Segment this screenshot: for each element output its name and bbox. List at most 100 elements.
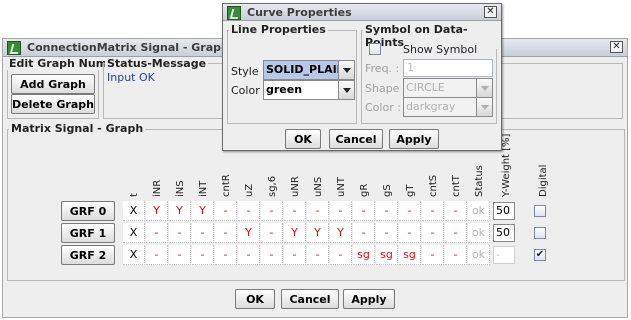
symbol-color-dropdown[interactable]: darkgray (403, 97, 493, 117)
matrix-cell[interactable]: - (399, 201, 421, 221)
curve-properties-dialog: Curve Properties ✕ Line Properties Style… (222, 3, 502, 151)
matrix-cell[interactable]: - (445, 201, 467, 221)
digital-checkbox[interactable]: ✔ (534, 249, 546, 261)
matrix-cell[interactable]: - (445, 245, 467, 265)
column-header: Digital (538, 164, 549, 197)
matrix-cell[interactable]: - (353, 201, 375, 221)
matrix-cell[interactable]: - (284, 245, 306, 265)
matrix-cell[interactable]: Y (307, 223, 329, 243)
cancel-button[interactable]: Cancel (281, 289, 339, 309)
column-header: uNR (290, 176, 301, 197)
matrix-cell[interactable]: - (261, 201, 283, 221)
matrix-cell[interactable]: - (399, 223, 421, 243)
graph-row-button[interactable]: GRF 2 (61, 245, 115, 265)
chevron-down-icon[interactable] (338, 61, 354, 79)
matrix-cell[interactable]: - (330, 201, 352, 221)
matrix-cell[interactable]: - (353, 223, 375, 243)
dialog-cancel-button[interactable]: Cancel (329, 129, 383, 149)
status-cell: ok (468, 223, 490, 243)
matrix-cell[interactable]: Y (238, 223, 260, 243)
status-cell: ok (468, 201, 490, 221)
digital-checkbox[interactable] (534, 227, 546, 239)
color-dropdown[interactable]: green (263, 80, 355, 100)
column-header: sg,6 (267, 175, 278, 197)
ok-button[interactable]: OK (235, 289, 275, 309)
dialog-title: Curve Properties (247, 6, 352, 19)
column-header: t (129, 193, 140, 197)
freq-label: Freq. : (365, 62, 400, 75)
matrix-cell[interactable]: Y (330, 223, 352, 243)
status-group-title: Status-Message (105, 57, 209, 70)
matrix-cell[interactable]: - (376, 201, 398, 221)
matrix-cell[interactable]: - (215, 201, 237, 221)
delete-graph-button[interactable]: Delete Graph (11, 94, 95, 114)
dialog-apply-button[interactable]: Apply (389, 129, 439, 149)
matrix-cell[interactable]: - (261, 245, 283, 265)
graph-row-button[interactable]: GRF 0 (61, 201, 115, 221)
matrix-cell[interactable]: - (445, 223, 467, 243)
y-weight-field[interactable]: 50 (493, 224, 515, 242)
matrix-cell[interactable]: X (123, 223, 145, 243)
app-logo-icon (227, 6, 241, 20)
matrix-cell[interactable]: sg (399, 245, 421, 265)
matrix-cell[interactable]: Y (284, 223, 306, 243)
matrix-cell[interactable]: - (146, 245, 168, 265)
matrix-cell[interactable]: X (123, 201, 145, 221)
matrix-cell[interactable]: - (284, 201, 306, 221)
dialog-titlebar[interactable]: Curve Properties ✕ (223, 4, 501, 21)
matrix-cell[interactable]: sg (376, 245, 398, 265)
color-label: Color : (231, 84, 267, 97)
matrix-cell[interactable]: - (215, 245, 237, 265)
chevron-down-icon[interactable] (338, 81, 354, 99)
chevron-down-icon[interactable] (476, 98, 492, 116)
graph-row-button[interactable]: GRF 1 (61, 223, 115, 243)
matrix-cell[interactable]: - (422, 245, 444, 265)
column-header: iNT (198, 180, 209, 197)
add-graph-button[interactable]: Add Graph (11, 74, 95, 94)
matrix-cell[interactable]: - (422, 223, 444, 243)
matrix-cell[interactable]: sg (353, 245, 375, 265)
matrix-cell[interactable]: - (376, 223, 398, 243)
main-window-title: ConnectionMatrix Signal - Graph (27, 41, 229, 54)
column-header: iNS (175, 180, 186, 197)
digital-checkbox[interactable] (534, 205, 546, 217)
style-dropdown[interactable]: SOLID_PLAIN (263, 60, 355, 80)
chevron-down-icon[interactable] (476, 79, 492, 97)
matrix-cell[interactable]: - (261, 223, 283, 243)
close-icon[interactable]: ✕ (484, 6, 497, 18)
matrix-cell[interactable]: - (307, 245, 329, 265)
show-symbol-checkbox[interactable] (369, 43, 381, 55)
matrix-cell[interactable]: - (169, 245, 191, 265)
status-cell: ok (468, 245, 490, 265)
column-header: cntR (221, 174, 232, 197)
matrix-cell[interactable]: - (238, 245, 260, 265)
matrix-cell[interactable]: - (215, 223, 237, 243)
style-label: Style : (231, 65, 266, 78)
freq-field[interactable]: 1 (403, 59, 493, 77)
matrix-group-title: Matrix Signal - Graph (9, 122, 146, 135)
column-header: gT (405, 184, 416, 197)
matrix-cell[interactable]: - (192, 223, 214, 243)
matrix-cell[interactable]: - (192, 245, 214, 265)
apply-button[interactable]: Apply (343, 289, 395, 309)
matrix-cell[interactable]: - (169, 223, 191, 243)
matrix-cell[interactable]: X (123, 245, 145, 265)
matrix-cell[interactable]: - (330, 245, 352, 265)
matrix-cell[interactable]: Y (192, 201, 214, 221)
app-logo-icon (7, 41, 21, 55)
matrix-cell[interactable]: Y (169, 201, 191, 221)
close-icon[interactable]: ✕ (610, 41, 623, 53)
column-header: gR (359, 183, 370, 197)
shape-dropdown[interactable]: CIRCLE (403, 78, 493, 98)
dialog-ok-button[interactable]: OK (285, 129, 321, 149)
status-message: Input OK (107, 71, 155, 84)
matrix-cell[interactable]: - (238, 201, 260, 221)
matrix-cell[interactable]: Y (146, 201, 168, 221)
column-header: gS (382, 184, 393, 197)
y-weight-field[interactable]: - (493, 246, 515, 264)
matrix-cell[interactable]: - (146, 223, 168, 243)
matrix-cell[interactable]: - (422, 201, 444, 221)
y-weight-field[interactable]: 50 (493, 202, 515, 220)
shape-value: CIRCLE (406, 81, 445, 94)
matrix-cell[interactable]: - (307, 201, 329, 221)
